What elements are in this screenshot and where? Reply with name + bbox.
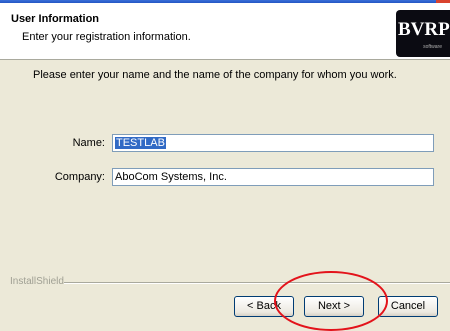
installshield-label: InstallShield	[10, 276, 64, 287]
wizard-body: Please enter your name and the name of t…	[0, 60, 450, 275]
next-button[interactable]: Next >	[304, 296, 364, 317]
installshield-separator: InstallShield	[0, 276, 450, 289]
cancel-button[interactable]: Cancel	[378, 296, 438, 317]
back-button[interactable]: < Back	[234, 296, 294, 317]
name-label: Name:	[72, 137, 105, 149]
logo-tagline: software	[423, 44, 442, 50]
company-input-value: AboCom Systems, Inc.	[115, 171, 227, 183]
name-input[interactable]: TESTLAB	[112, 134, 434, 152]
name-input-value: TESTLAB	[115, 137, 166, 149]
wizard-header: User Information Enter your registration…	[0, 3, 450, 60]
company-label: Company:	[54, 171, 105, 183]
page-subtitle: Enter your registration information.	[22, 31, 191, 43]
instruction-text: Please enter your name and the name of t…	[33, 69, 397, 81]
bvrp-logo: BVRP software	[396, 10, 450, 57]
logo-text: BVRP	[398, 19, 450, 40]
separator-line	[64, 282, 450, 284]
company-input[interactable]: AboCom Systems, Inc.	[112, 168, 434, 186]
page-title: User Information	[11, 13, 100, 25]
